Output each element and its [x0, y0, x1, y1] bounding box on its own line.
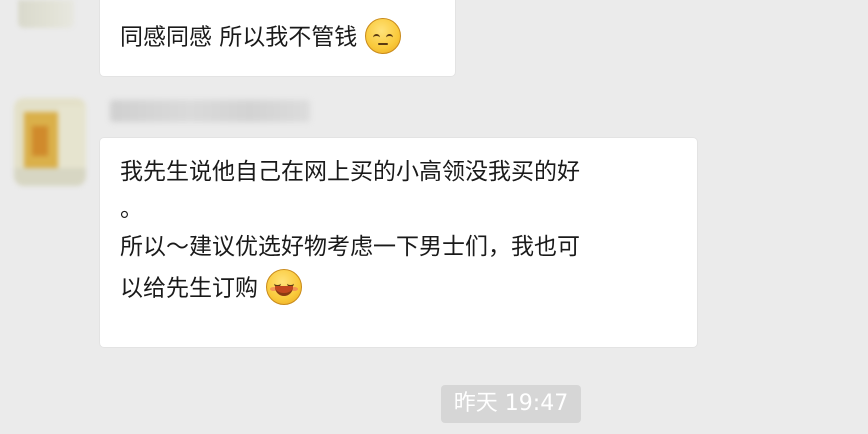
message-bubble[interactable]: 我先生说他自己在网上买的小高领没我买的好 。 所以～建议优选好物考虑一下男士们，… — [100, 138, 697, 347]
message-line: 。 — [120, 196, 143, 222]
message-text-container: 同感同感 所以我不管钱 — [120, 18, 402, 56]
message-line: 我先生说他自己在网上买的小高领没我买的好 — [120, 159, 580, 185]
message-bubble[interactable]: 同感同感 所以我不管钱 — [100, 0, 455, 76]
pensive-face-icon — [365, 18, 402, 54]
timestamp: 昨天 19:47 — [441, 385, 581, 423]
message-line: 所以～建议优选好物考虑一下男士们，我也可 — [120, 234, 580, 260]
avatar[interactable] — [14, 98, 86, 186]
message-text: 同感同感 所以我不管钱 — [120, 24, 358, 51]
chat-area[interactable]: 同感同感 所以我不管钱 我先生说他自己在网上买的小高领没我买的好 。 所以～建议… — [0, 0, 868, 434]
message-line-text: 以给先生订购 — [120, 275, 258, 302]
avatar-pixel — [14, 168, 86, 186]
avatar-partial[interactable] — [18, 0, 74, 28]
emoji-eye — [373, 34, 381, 39]
emoji-eye — [386, 34, 394, 39]
emoji-mouth — [275, 286, 293, 296]
emoji-mouth — [378, 43, 389, 45]
avatar-pixel — [32, 126, 48, 156]
message-line-with-emoji: 以给先生订购 — [120, 269, 302, 307]
sender-name-blurred — [110, 100, 310, 122]
smiling-face-icon — [266, 269, 302, 305]
